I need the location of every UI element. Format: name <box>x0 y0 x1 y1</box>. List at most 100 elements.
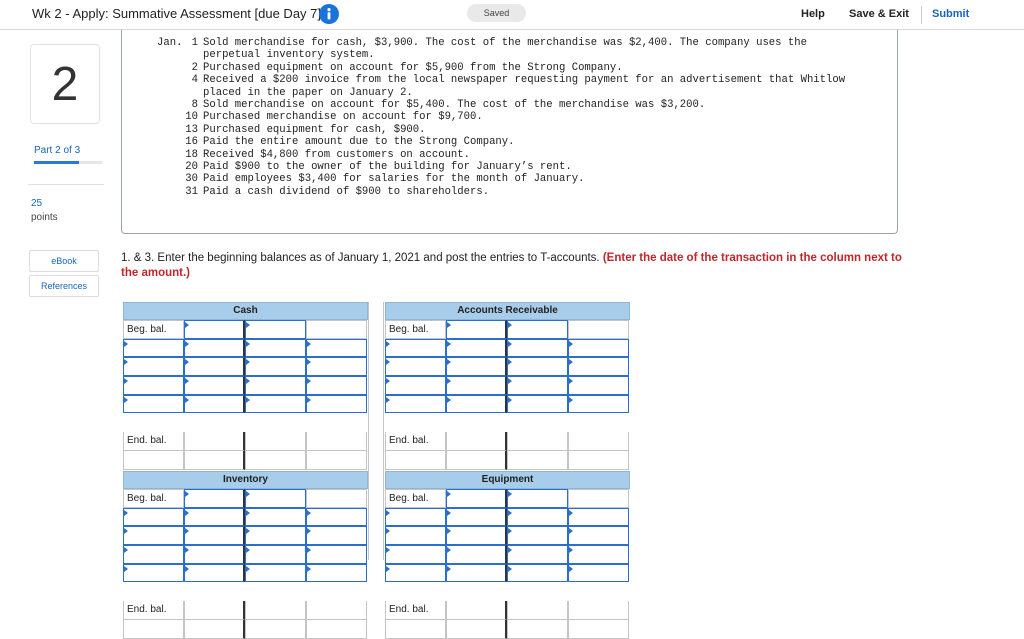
debit-amount-input[interactable] <box>446 526 507 546</box>
info-icon[interactable] <box>319 4 339 24</box>
debit-amount-input[interactable] <box>446 376 507 395</box>
debit-date-input[interactable] <box>123 338 184 358</box>
t-account-row <box>385 619 630 639</box>
credit-amount-input[interactable] <box>306 394 367 414</box>
credit-date-input[interactable] <box>507 526 568 546</box>
credit-date-input[interactable] <box>245 545 306 564</box>
credit-amount-input[interactable] <box>306 507 367 527</box>
debit-date-input[interactable] <box>123 394 184 414</box>
credit-amount-input[interactable] <box>306 526 367 546</box>
debit-amount-input[interactable] <box>184 526 245 546</box>
blank-cell <box>123 619 184 639</box>
debit-date-input[interactable] <box>123 526 184 546</box>
debit-date-input[interactable] <box>123 376 184 395</box>
help-button[interactable]: Help <box>801 8 825 20</box>
beg-bal-label: Beg. bal. <box>385 320 446 339</box>
transaction-text: Received $4,800 from customers on accoun… <box>203 148 471 161</box>
debit-date-input[interactable] <box>385 357 446 377</box>
transaction-row: 30 Paid employees $3,400 for salaries for… <box>175 173 883 185</box>
debit-date-input[interactable] <box>385 338 446 358</box>
t-account-row <box>123 338 368 358</box>
debit-amount-input[interactable] <box>446 357 507 377</box>
credit-date-input[interactable] <box>245 338 306 358</box>
t-account-title: Inventory <box>123 471 368 489</box>
topbar-divider <box>921 6 922 24</box>
credit-amount-input[interactable] <box>568 545 629 564</box>
credit-amount-input[interactable] <box>568 563 629 583</box>
debit-amount-input[interactable] <box>446 545 507 564</box>
debit-amount-input[interactable] <box>446 394 507 414</box>
end-bal-credit-cell <box>507 601 568 620</box>
debit-date-input[interactable] <box>385 545 446 564</box>
debit-date-input[interactable] <box>385 563 446 583</box>
debit-amount-input[interactable] <box>184 357 245 377</box>
credit-date-input[interactable] <box>507 563 568 583</box>
transaction-day: 4 <box>191 74 198 87</box>
debit-amount-input[interactable] <box>184 489 245 508</box>
credit-amount-input[interactable] <box>568 394 629 414</box>
credit-amount-input[interactable] <box>568 338 629 358</box>
transaction-day: 30 <box>185 173 198 186</box>
debit-amount-input[interactable] <box>184 545 245 564</box>
debit-date-input[interactable] <box>385 394 446 414</box>
t-account: Equipment Beg. bal. End. bal. <box>385 471 630 639</box>
credit-date-input[interactable] <box>507 320 568 339</box>
debit-amount-input[interactable] <box>184 376 245 395</box>
credit-amount-input[interactable] <box>568 507 629 527</box>
credit-date-input[interactable] <box>507 376 568 395</box>
debit-amount-input[interactable] <box>184 338 245 358</box>
debit-date-input[interactable] <box>385 376 446 395</box>
credit-date-input[interactable] <box>507 545 568 564</box>
credit-amount-input[interactable] <box>306 545 367 564</box>
t-account-row <box>385 563 630 583</box>
debit-amount-input[interactable] <box>446 507 507 527</box>
spacer-cell <box>385 413 446 432</box>
credit-amount-input[interactable] <box>306 338 367 358</box>
credit-amount-input[interactable] <box>568 526 629 546</box>
credit-date-input[interactable] <box>507 507 568 527</box>
credit-date-input[interactable] <box>245 320 306 339</box>
references-button[interactable]: References <box>29 275 99 297</box>
debit-amount-input[interactable] <box>446 563 507 583</box>
credit-date-input[interactable] <box>245 489 306 508</box>
debit-date-input[interactable] <box>385 526 446 546</box>
debit-amount-input[interactable] <box>184 563 245 583</box>
debit-date-input[interactable] <box>123 563 184 583</box>
credit-date-input[interactable] <box>245 357 306 377</box>
t-account-row: Beg. bal. <box>123 320 368 339</box>
blank-cell <box>385 619 446 639</box>
credit-amount-input[interactable] <box>568 357 629 377</box>
debit-date-input[interactable] <box>123 507 184 527</box>
credit-date-input[interactable] <box>245 394 306 414</box>
credit-amount-input[interactable] <box>306 563 367 583</box>
debit-amount-input[interactable] <box>446 338 507 358</box>
credit-date-input[interactable] <box>245 507 306 527</box>
debit-amount-input[interactable] <box>184 507 245 527</box>
debit-amount-input[interactable] <box>446 489 507 508</box>
debit-amount-input[interactable] <box>184 320 245 339</box>
credit-amount-input[interactable] <box>306 376 367 395</box>
credit-date-input[interactable] <box>507 394 568 414</box>
saved-status-badge: Saved <box>467 4 526 22</box>
credit-date-input[interactable] <box>507 489 568 508</box>
credit-date-input[interactable] <box>245 563 306 583</box>
transaction-day: 20 <box>185 161 198 173</box>
credit-amount-input[interactable] <box>306 357 367 377</box>
t-account-row <box>123 450 368 470</box>
save-exit-button[interactable]: Save & Exit <box>849 8 909 20</box>
blank-cell <box>446 619 507 639</box>
credit-date-input[interactable] <box>245 376 306 395</box>
debit-date-input[interactable] <box>123 357 184 377</box>
debit-amount-input[interactable] <box>446 320 507 339</box>
debit-date-input[interactable] <box>123 545 184 564</box>
credit-date-input[interactable] <box>245 526 306 546</box>
submit-button[interactable]: Submit <box>932 8 969 20</box>
t-account-row <box>123 526 368 546</box>
credit-amount-input[interactable] <box>568 376 629 395</box>
debit-date-input[interactable] <box>385 507 446 527</box>
t-account-row <box>123 507 368 527</box>
credit-date-input[interactable] <box>507 357 568 377</box>
credit-date-input[interactable] <box>507 338 568 358</box>
debit-amount-input[interactable] <box>184 394 245 414</box>
ebook-button[interactable]: eBook <box>29 250 99 272</box>
